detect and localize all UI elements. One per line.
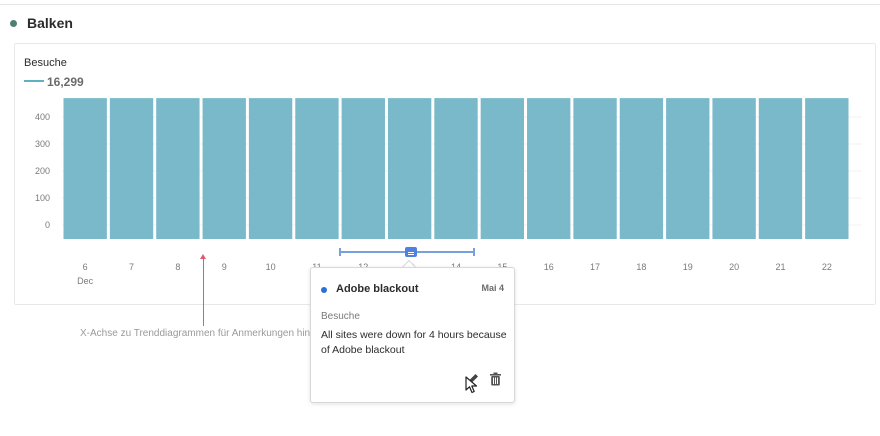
metric-label: Besuche [24, 57, 67, 69]
bar[interactable] [387, 98, 432, 239]
bar[interactable] [527, 98, 571, 239]
annotation-metric: Besuche [321, 311, 360, 322]
guide-line [203, 256, 204, 326]
bar[interactable] [758, 98, 803, 239]
annotation-marker-icon[interactable] [405, 247, 417, 257]
metric-total: 16,299 [47, 75, 84, 89]
annotation-title: Adobe blackout [336, 283, 419, 295]
bar[interactable] [666, 98, 710, 239]
delete-annotation-button[interactable] [487, 371, 503, 387]
annotation-range-end-handle[interactable] [473, 248, 475, 256]
bar[interactable] [573, 98, 617, 239]
bar[interactable] [248, 98, 293, 239]
bar[interactable] [434, 98, 478, 239]
edit-annotation-button[interactable] [465, 371, 481, 387]
bar[interactable] [805, 98, 849, 239]
bar[interactable] [202, 98, 246, 239]
bar[interactable] [156, 98, 200, 239]
bar[interactable] [63, 98, 107, 239]
annotation-range-start-handle[interactable] [339, 248, 341, 256]
bar[interactable] [619, 98, 664, 239]
annotation-popover: Adobe blackout Mai 4 Besuche All sites w… [310, 267, 515, 403]
panel-status-dot [10, 19, 17, 27]
panel-title: Balken [27, 15, 73, 31]
bar[interactable] [109, 98, 154, 239]
panel-header: Balken [10, 14, 73, 32]
top-divider [0, 4, 880, 5]
legend-line [24, 80, 44, 82]
annotation-color-dot [321, 287, 327, 293]
annotation-description: All sites were down for 4 hours because … [321, 329, 507, 356]
caption-text: X-Achse zu Trenddiagrammen für Anmerkung… [80, 328, 312, 339]
annotation-actions [459, 371, 503, 387]
bar[interactable] [480, 98, 525, 239]
bar[interactable] [341, 98, 385, 239]
pencil-icon [468, 374, 478, 384]
trash-icon [489, 372, 501, 386]
annotation-date: Mai 4 [481, 283, 504, 293]
bar[interactable] [712, 98, 756, 239]
bar[interactable] [295, 98, 339, 239]
